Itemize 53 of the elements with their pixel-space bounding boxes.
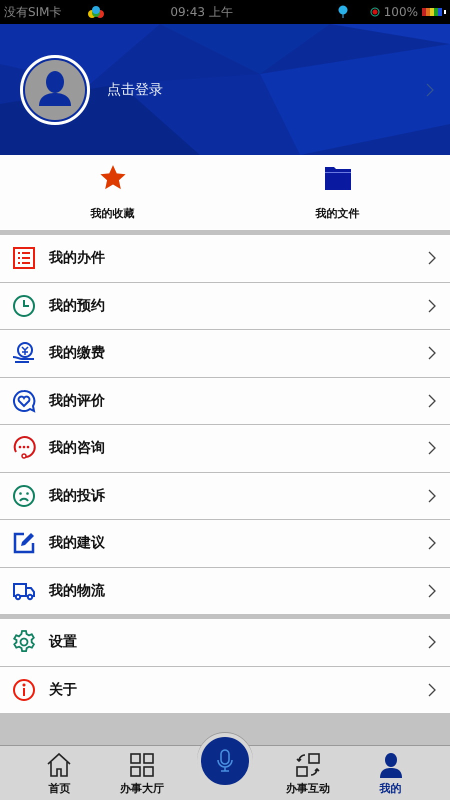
menu-item[interactable]: 我的物流 [0,568,450,614]
heart-bubble-icon [12,388,36,413]
menu-item[interactable]: 关于 [0,666,450,713]
home-icon [46,752,72,778]
sad-face-icon [12,484,36,508]
microphone-icon [214,748,235,774]
pin-icon [338,5,348,19]
tab[interactable]: 首页 [18,752,101,800]
chevron-right-icon [428,394,436,408]
swap-icon [294,752,321,778]
chevron-right-icon [428,251,436,266]
target-icon [370,7,380,17]
chevron-right-icon [428,682,436,697]
person-icon [378,752,404,778]
menu-item[interactable]: 我的缴费 [0,330,450,378]
chat-bubble-icon [12,436,36,460]
folder-icon [324,164,352,192]
menu-item[interactable]: 我的咨询 [0,425,450,472]
quick-link[interactable]: 我的收藏 [0,155,225,230]
chevron-right-icon [428,536,436,550]
grid-icon [129,752,156,778]
app-icon [86,5,106,19]
battery-text: 100% [384,5,418,19]
chevron-right-icon [428,298,436,313]
tab[interactable]: 我的 [349,752,432,800]
tab[interactable]: 办事互动 [266,752,350,800]
chevron-right-icon [428,346,436,360]
info-icon [12,678,36,702]
chevron-right-icon [426,82,434,96]
battery-icon [422,8,446,16]
clock-text: 09:43 上午 [170,4,234,20]
chevron-right-icon [428,488,436,503]
chevron-right-icon [428,584,436,598]
menu-item[interactable]: 我的评价 [0,378,450,425]
hand-coin-icon [12,341,36,366]
user-silhouette-icon [25,60,85,120]
profile-header[interactable]: 点击登录 [0,24,450,155]
chevron-right-icon [428,441,436,456]
menu-item[interactable]: 我的预约 [0,282,450,330]
menu-item[interactable]: 我的投诉 [0,472,450,520]
carrier-text: 没有SIM卡 [4,4,62,20]
menu-item[interactable]: 我的建议 [0,520,450,568]
menu-item[interactable]: 设置 [0,619,450,666]
star-icon [98,164,126,192]
quick-link[interactable]: 我的文件 [225,155,450,230]
edit-icon [12,531,36,556]
menu-item[interactable]: 我的办件 [0,235,450,282]
clock-icon [12,294,36,318]
list-icon [12,246,36,270]
chevron-right-icon [428,635,436,650]
login-link[interactable]: 点击登录 [107,80,163,98]
settings-icon [12,630,36,654]
tab[interactable]: 办事大厅 [100,752,184,800]
